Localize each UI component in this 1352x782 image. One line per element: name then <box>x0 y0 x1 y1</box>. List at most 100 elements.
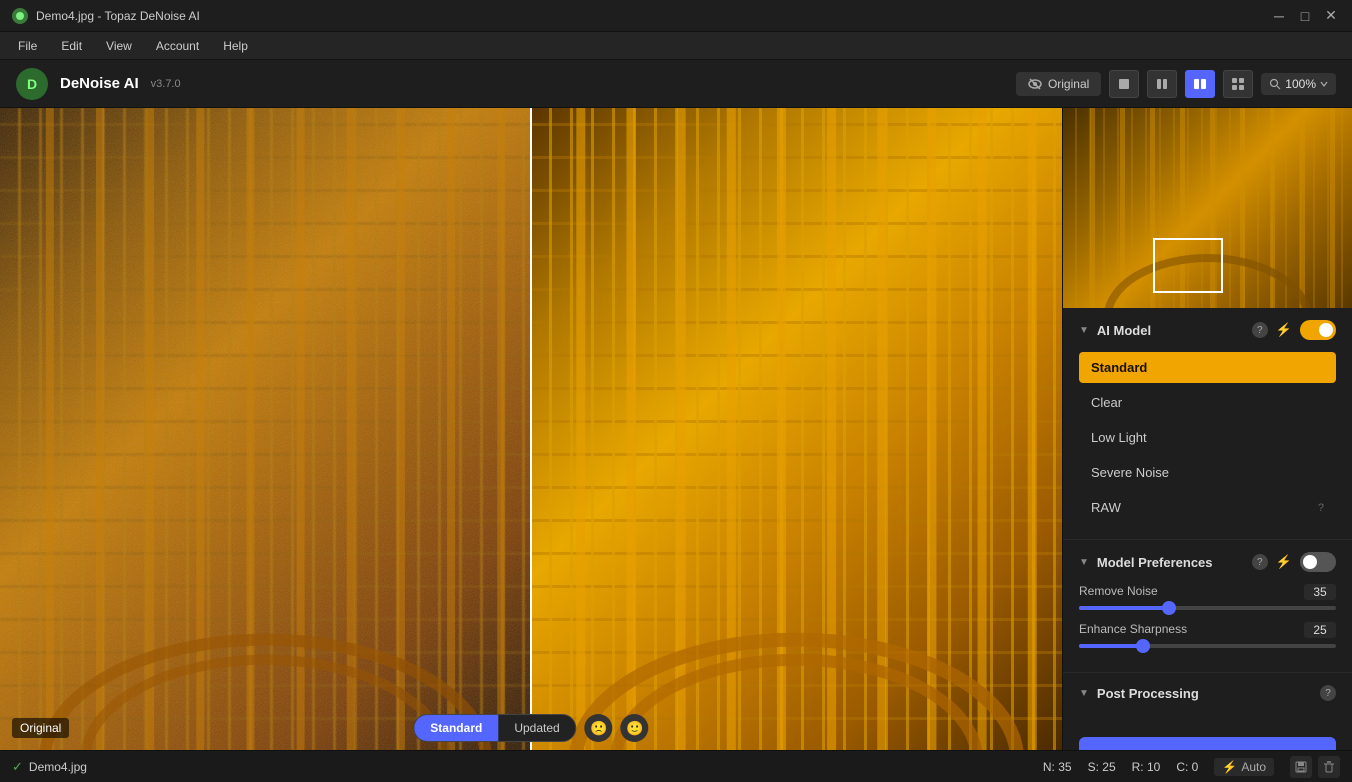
model-lowlight[interactable]: Low Light <box>1079 422 1336 453</box>
close-button[interactable]: ✕ <box>1322 7 1340 25</box>
post-processing-title: Post Processing <box>1097 686 1312 701</box>
enhance-sharpness-fill <box>1079 644 1143 648</box>
thumbnail <box>1063 108 1352 308</box>
comparison-pill[interactable]: Standard Updated <box>413 714 576 742</box>
enhance-sharpness-row: Enhance Sharpness 25 <box>1079 622 1336 648</box>
chevron-down-icon <box>1320 80 1328 88</box>
post-processing-chevron: ▼ <box>1079 688 1089 699</box>
save-btn-container: Save Image <box>1063 725 1352 750</box>
model-standard[interactable]: Standard <box>1079 352 1336 383</box>
status-delete-icon[interactable] <box>1318 756 1340 778</box>
remove-noise-label: Remove Noise <box>1079 584 1158 600</box>
status-check-icon: ✓ <box>12 759 23 775</box>
post-processing-header[interactable]: ▼ Post Processing ? <box>1079 685 1336 701</box>
zoom-icon <box>1269 78 1281 90</box>
raw-help[interactable]: ? <box>1318 502 1324 514</box>
status-filename: Demo4.jpg <box>29 760 87 774</box>
minimize-button[interactable]: ─ <box>1270 7 1288 25</box>
image-processed <box>531 108 1062 750</box>
eye-icon <box>1028 77 1042 91</box>
view-btn-sidebyside[interactable] <box>1185 70 1215 98</box>
status-icons <box>1290 756 1340 778</box>
view-btn-single[interactable] <box>1109 70 1139 98</box>
auto-button[interactable]: ⚡ Auto <box>1214 758 1274 776</box>
comparison-bar: Standard Updated 🙁 🙂 <box>413 714 648 750</box>
menu-edit[interactable]: Edit <box>51 37 92 55</box>
ai-model-help[interactable]: ? <box>1252 322 1268 338</box>
menu-help[interactable]: Help <box>213 37 258 55</box>
model-pref-bolt: ⚡ <box>1276 554 1292 570</box>
menubar: File Edit View Account Help <box>0 32 1352 60</box>
ai-model-title: AI Model <box>1097 323 1244 338</box>
zoom-control[interactable]: 100% <box>1261 73 1336 95</box>
remove-noise-track[interactable] <box>1079 606 1336 610</box>
status-r: R: 10 <box>1132 760 1161 774</box>
remove-noise-value: 35 <box>1304 584 1336 600</box>
model-pref-chevron: ▼ <box>1079 557 1089 568</box>
enhance-sharpness-thumb[interactable] <box>1136 639 1150 653</box>
trash-icon <box>1323 761 1335 773</box>
label-original: Original <box>12 718 69 738</box>
post-processing-section: ▼ Post Processing ? <box>1063 673 1352 725</box>
emoji-sad-btn[interactable]: 🙁 <box>585 714 613 742</box>
zoom-level: 100% <box>1285 77 1316 91</box>
view-split-icon <box>1155 77 1169 91</box>
ai-model-chevron: ▼ <box>1079 325 1089 336</box>
model-pref-help[interactable]: ? <box>1252 554 1268 570</box>
view-btn-grid[interactable] <box>1223 70 1253 98</box>
menu-file[interactable]: File <box>8 37 47 55</box>
thumbnail-viewport-box[interactable] <box>1153 238 1223 293</box>
status-r-value: 10 <box>1147 760 1160 774</box>
status-n: N: 35 <box>1043 760 1072 774</box>
main-area: Original <box>0 108 1352 750</box>
split-divider[interactable] <box>530 108 532 750</box>
statusbar: ✓ Demo4.jpg N: 35 S: 25 R: 10 C: 0 ⚡ Aut… <box>0 750 1352 782</box>
app-version: v3.7.0 <box>151 78 181 90</box>
view-btn-split[interactable] <box>1147 70 1177 98</box>
save-image-button[interactable]: Save Image <box>1079 737 1336 750</box>
model-pref-toggle[interactable] <box>1300 552 1336 572</box>
model-pref-title: Model Preferences <box>1097 555 1244 570</box>
enhance-sharpness-value: 25 <box>1304 622 1336 638</box>
image-original: Original <box>0 108 531 750</box>
app-logo: D <box>16 68 48 100</box>
ai-model-bolt: ⚡ <box>1276 322 1292 338</box>
header-controls: Original <box>1016 70 1336 98</box>
ai-model-header[interactable]: ▼ AI Model ? ⚡ <box>1079 320 1336 340</box>
status-c: C: 0 <box>1176 760 1198 774</box>
pill-updated[interactable]: Updated <box>498 715 575 741</box>
remove-noise-fill <box>1079 606 1169 610</box>
model-clear[interactable]: Clear <box>1079 387 1336 418</box>
titlebar: Demo4.jpg - Topaz DeNoise AI ─ □ ✕ <box>0 0 1352 32</box>
model-severe[interactable]: Severe Noise <box>1079 457 1336 488</box>
enhance-sharpness-track[interactable] <box>1079 644 1336 648</box>
ai-model-toggle[interactable] <box>1300 320 1336 340</box>
model-pref-header[interactable]: ▼ Model Preferences ? ⚡ <box>1079 552 1336 572</box>
cage-svg-left <box>0 108 531 750</box>
status-s-value: 25 <box>1102 760 1115 774</box>
save-icon <box>1295 761 1307 773</box>
emoji-happy-btn[interactable]: 🙂 <box>621 714 649 742</box>
view-single-icon <box>1117 77 1131 91</box>
status-c-value: 0 <box>1192 760 1199 774</box>
right-panel: ▼ AI Model ? ⚡ Standard Clear Low Light … <box>1062 108 1352 750</box>
remove-noise-thumb[interactable] <box>1162 601 1176 615</box>
status-save-icon[interactable] <box>1290 756 1312 778</box>
menu-account[interactable]: Account <box>146 37 209 55</box>
app-header: D DeNoise AI v3.7.0 Original <box>0 60 1352 108</box>
menu-view[interactable]: View <box>96 37 142 55</box>
window-title: Demo4.jpg - Topaz DeNoise AI <box>36 9 1262 23</box>
status-n-value: 35 <box>1058 760 1071 774</box>
auto-bolt-icon: ⚡ <box>1222 760 1237 774</box>
maximize-button[interactable]: □ <box>1296 7 1314 25</box>
window-controls: ─ □ ✕ <box>1270 7 1340 25</box>
enhance-sharpness-label: Enhance Sharpness <box>1079 622 1187 638</box>
image-container: Original <box>0 108 1062 750</box>
original-toggle[interactable]: Original <box>1016 72 1101 96</box>
pill-standard[interactable]: Standard <box>414 715 498 741</box>
model-list: Standard Clear Low Light Severe Noise RA… <box>1079 352 1336 523</box>
model-raw[interactable]: RAW ? <box>1079 492 1336 523</box>
post-processing-help[interactable]: ? <box>1320 685 1336 701</box>
canvas-area[interactable]: Original <box>0 108 1062 750</box>
status-s: S: 25 <box>1088 760 1116 774</box>
